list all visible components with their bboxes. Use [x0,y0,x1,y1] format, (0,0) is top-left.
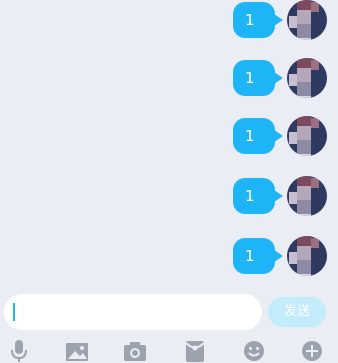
camera-icon[interactable] [122,339,148,363]
message-row: 1 [0,58,338,110]
avatar[interactable] [287,116,327,156]
avatar[interactable] [287,58,327,98]
red-packet-icon[interactable] [182,339,208,363]
pixelated-avatar-image [289,0,319,40]
avatar[interactable] [287,236,327,276]
message-row: 1 [0,0,338,52]
send-button[interactable]: 发送 [268,297,326,327]
pixelated-avatar-image [289,176,319,216]
message-row: 1 [0,116,338,168]
message-bubble[interactable]: 1 [233,2,283,38]
message-row: 1 [0,176,338,228]
message-list[interactable]: 1 1 1 1 1 [0,0,338,290]
plus-icon[interactable] [299,339,325,363]
message-bubble[interactable]: 1 [233,118,283,154]
message-row: 1 [0,236,338,288]
pixelated-avatar-image [289,236,319,276]
avatar[interactable] [287,0,327,40]
emoji-icon[interactable] [241,339,267,363]
pixelated-avatar-image [289,116,319,156]
text-caret [13,303,15,321]
pixelated-avatar-image [289,58,319,98]
input-toolbar [0,336,338,363]
message-bubble[interactable]: 1 [233,178,283,214]
message-input[interactable] [4,294,262,330]
image-icon[interactable] [64,339,90,363]
microphone-icon[interactable] [6,339,32,363]
message-bubble[interactable]: 1 [233,238,283,274]
composer-bar: 发送 [0,292,338,332]
avatar[interactable] [287,176,327,216]
message-bubble[interactable]: 1 [233,60,283,96]
